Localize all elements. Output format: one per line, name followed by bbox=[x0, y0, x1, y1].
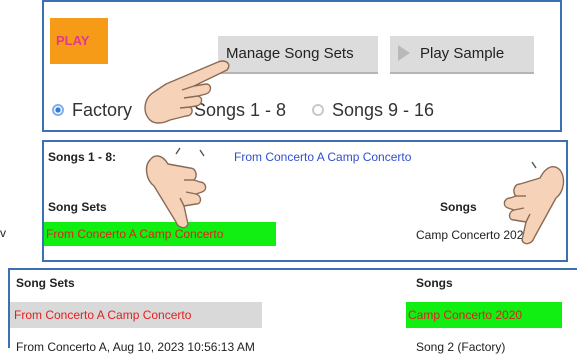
song-sets-header: Song Sets bbox=[48, 200, 107, 214]
play-sample-button[interactable]: Play Sample bbox=[390, 36, 534, 74]
pointing-hand-icon bbox=[503, 161, 565, 245]
play-sample-label: Play Sample bbox=[420, 45, 505, 62]
radio-label: Songs 9 - 16 bbox=[332, 100, 435, 120]
play-triangle-icon bbox=[398, 44, 410, 61]
manage-song-sets-label: Manage Song Sets bbox=[226, 45, 354, 62]
songs-header: Songs bbox=[440, 200, 477, 214]
pointing-hand-icon bbox=[144, 60, 230, 124]
play-button[interactable]: PLAY bbox=[50, 18, 108, 64]
song-set-list-item[interactable]: From Concerto A, Aug 10, 2023 10:56:13 A… bbox=[16, 340, 255, 354]
radio-indicator bbox=[312, 103, 324, 116]
stray-label: v bbox=[0, 226, 6, 240]
play-controls-panel: PLAY Manage Song Sets Play Sample Factor… bbox=[42, 0, 562, 132]
radio-songs-9-16[interactable]: Songs 9 - 16 bbox=[312, 100, 434, 121]
song-sets-list-panel: Song Sets Songs From Concerto A Camp Con… bbox=[8, 268, 577, 354]
radio-label: Factory bbox=[72, 100, 133, 120]
manage-song-sets-button[interactable]: Manage Song Sets bbox=[218, 36, 378, 74]
radio-factory[interactable]: Factory bbox=[52, 100, 132, 121]
song-set-selection-panel: Songs 1 - 8: From Concerto A Camp Concer… bbox=[42, 140, 568, 262]
radio-indicator bbox=[52, 103, 64, 116]
song-set-list-item[interactable]: From Concerto A Camp Concerto bbox=[10, 302, 262, 328]
song-list-item[interactable]: Song 2 (Factory) bbox=[416, 340, 505, 354]
songs-header: Songs bbox=[416, 276, 453, 290]
pointing-hand-icon bbox=[145, 147, 207, 229]
range-label: Songs 1 - 8: bbox=[48, 150, 117, 164]
current-set-link[interactable]: From Concerto A Camp Concerto bbox=[234, 150, 411, 164]
song-list-item[interactable]: Camp Concerto 2020 bbox=[406, 302, 562, 328]
song-sets-header: Song Sets bbox=[16, 276, 75, 290]
